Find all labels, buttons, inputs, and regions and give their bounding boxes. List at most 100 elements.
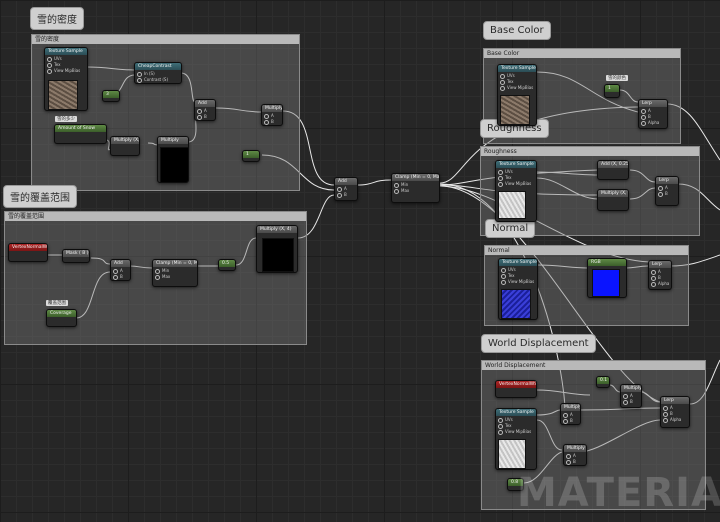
add-node-rough[interactable]: Add (X, 0.25) — [597, 160, 629, 180]
constant-node[interactable]: 3 — [102, 90, 120, 102]
multiply-node-4[interactable]: Multiply (X, 4) — [256, 225, 298, 273]
bubble-world-displacement[interactable]: World Displacement — [481, 334, 596, 353]
material-watermark: MATERIAL — [517, 470, 720, 516]
multiply-node-rough[interactable]: Multiply (X, 0.5) — [597, 189, 629, 211]
node-header: Multiply — [621, 385, 641, 392]
texture-thumbnail — [48, 80, 78, 110]
node-header: Clamp (Min = 0, Max = 1) — [153, 260, 197, 267]
node-header: Multiply — [564, 445, 586, 452]
multiply-node-3[interactable]: Multiply A B — [261, 104, 283, 126]
lerp-node-rough[interactable]: Lerp A B — [655, 176, 679, 206]
multiply-node[interactable]: Multiply (X, 0) — [110, 136, 140, 156]
color-preview — [592, 269, 620, 297]
texture-thumbnail — [498, 191, 526, 219]
pin-alpha[interactable]: Alpha — [651, 281, 669, 287]
bubble-snow-coverage[interactable]: 雪的覆盖范围 — [3, 185, 77, 208]
bubble-base-color[interactable]: Base Color — [483, 21, 551, 40]
lerp-node-normal[interactable]: Lerp A B Alpha — [648, 260, 672, 290]
texture-sample-node-rough[interactable]: Texture Sample UVs Tex View MipBias — [495, 160, 537, 222]
node-header: RGB — [588, 259, 626, 266]
comment-header: 雪的密度 — [32, 35, 299, 44]
comment-header: Base Color — [484, 49, 680, 58]
multiply-node-wd-3[interactable]: Multiply A B — [563, 444, 587, 466]
add-node-2[interactable]: Add A B — [110, 259, 131, 281]
node-header: CheapContrast — [135, 63, 181, 70]
node-header: Lerp — [649, 261, 671, 268]
pin-b[interactable]: B — [113, 274, 128, 280]
node-header: Add — [195, 100, 215, 107]
node-header: Multiply (X, 4) — [257, 226, 297, 233]
pin-contrast[interactable]: Contrast (S) — [137, 77, 179, 83]
node-header: Lerp — [639, 100, 667, 107]
node-header: Add — [111, 260, 130, 267]
node-header: 1 — [243, 151, 259, 158]
coverage-tag: 覆盖范围 — [46, 300, 68, 306]
node-header: 3 — [103, 91, 119, 98]
cheap-contrast-node[interactable]: CheapContrast In (S) Contrast (S) — [134, 62, 182, 84]
pin-b[interactable]: B — [563, 418, 578, 424]
clamp-node[interactable]: Clamp (Min = 0, Max = 1) Min Max — [152, 259, 198, 287]
comment-header: World Displacement — [482, 361, 705, 370]
constant-node-wd[interactable]: 0.1 — [596, 376, 610, 388]
snow-color-node[interactable]: 1 — [604, 84, 620, 98]
pin-alpha[interactable]: Alpha — [641, 120, 665, 126]
texture-thumbnail — [500, 95, 530, 125]
pin-view-mipbias[interactable]: View MipBias — [498, 429, 534, 435]
comment-header: Normal — [485, 246, 688, 255]
vertex-normal-node[interactable]: VertexNormalWS — [8, 243, 48, 262]
pin-b[interactable]: B — [566, 459, 584, 465]
pin-max[interactable]: Max — [155, 274, 195, 280]
texture-sample-node-base[interactable]: Texture Sample UVs Tex View MipBias — [497, 64, 537, 126]
node-header: Texture Sample — [496, 161, 536, 168]
texture-thumbnail — [498, 439, 526, 469]
node-header: Add — [335, 178, 357, 185]
node-header: Clamp (Min = 0, Max = 1) — [392, 174, 439, 181]
amount-of-snow-node[interactable]: Amount of Snow — [54, 124, 107, 144]
lerp-node[interactable]: Lerp A B Alpha — [638, 99, 668, 129]
clamp-node-2[interactable]: Clamp (Min = 0, Max = 1) Min Max — [391, 173, 440, 203]
node-header: VertexNormalWS — [9, 244, 47, 251]
node-header: Multiply — [158, 137, 188, 144]
vertex-normal-node-wd[interactable]: VertexNormalWS — [495, 380, 537, 398]
pin-view-mipbias[interactable]: View MipBias — [47, 68, 85, 74]
result-preview — [262, 238, 294, 272]
pin-b[interactable]: B — [197, 114, 213, 120]
texture-sample-node-wd[interactable]: Texture Sample UVs Tex View MipBias — [495, 408, 537, 470]
pin-max[interactable]: Max — [394, 188, 437, 194]
bubble-snow-density[interactable]: 雪的密度 — [30, 7, 84, 30]
pin-b[interactable]: B — [623, 399, 639, 405]
pin-view-mipbias[interactable]: View MipBias — [498, 181, 534, 187]
constant-node-3[interactable]: 0.5 — [218, 259, 236, 271]
node-header: 1 — [605, 85, 619, 92]
texture-thumbnail — [501, 289, 531, 319]
pin-alpha[interactable]: Alpha — [663, 417, 687, 423]
comment-header: Roughness — [481, 147, 699, 156]
pin-b[interactable]: B — [658, 191, 676, 197]
coverage-node[interactable]: Coverage — [46, 309, 77, 327]
node-header: Add (X, 0.25) — [598, 161, 628, 168]
texture-sample-node[interactable]: Texture Sample UVs Tex View MipBias — [44, 47, 88, 111]
amount-tag: 雪的多少 — [55, 116, 77, 122]
texture-sample-node-normal[interactable]: Texture Sample UVs Tex View MipBias — [498, 258, 538, 320]
node-header: Texture Sample — [496, 409, 536, 416]
add-node[interactable]: Add A B — [194, 99, 216, 121]
pin-b[interactable]: B — [264, 119, 280, 125]
node-header: Texture Sample — [499, 259, 537, 266]
node-header: Multiply (X, 0.5) — [598, 190, 628, 197]
node-header: Multiply — [262, 105, 282, 112]
pin-view-mipbias[interactable]: View MipBias — [501, 279, 535, 285]
multiply-node-wd[interactable]: Multiply A B — [620, 384, 642, 408]
pin-b[interactable]: B — [337, 192, 355, 198]
mask-b-node[interactable]: Mask ( B ) — [62, 249, 90, 263]
result-preview — [160, 147, 188, 182]
lerp-node-wd[interactable]: Lerp A B Alpha — [660, 396, 690, 428]
node-header: Mask ( B ) — [63, 250, 89, 257]
add-node-3[interactable]: Add A B — [334, 177, 358, 201]
constant-node-2[interactable]: 1 — [242, 150, 260, 162]
normal-constant-node[interactable]: RGB — [587, 258, 627, 298]
node-header: Multiply — [561, 404, 580, 411]
snow-color-tag: 雪的颜色 — [606, 75, 628, 81]
multiply-node-wd-2[interactable]: Multiply A B — [560, 403, 581, 425]
multiply-node-2[interactable]: Multiply — [157, 136, 189, 183]
pin-view-mipbias[interactable]: View MipBias — [500, 85, 534, 91]
